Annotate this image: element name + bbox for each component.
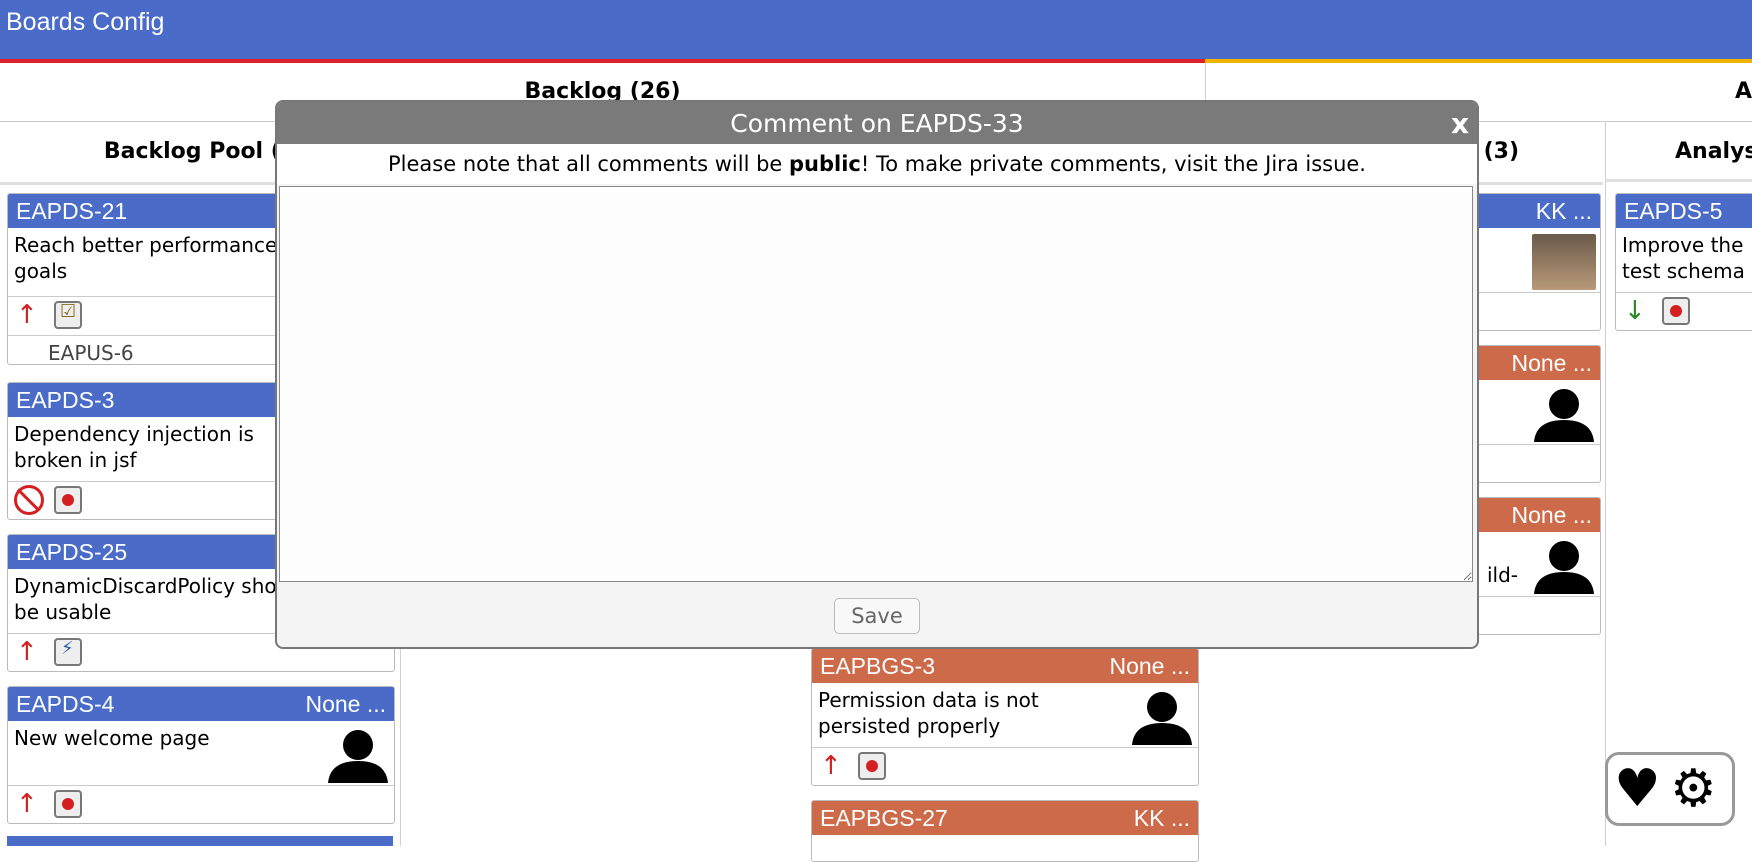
avatar-photo — [1532, 234, 1596, 290]
state-header-analysis-label: A — [1734, 79, 1752, 104]
card-key[interactable]: EAPDS-4 — [16, 691, 114, 717]
card-key[interactable]: EAPDS-21 — [16, 198, 127, 224]
bug-type-icon — [1662, 297, 1690, 325]
card-summary: ild- — [1486, 563, 1518, 587]
blocked-icon — [14, 485, 44, 515]
card-assignee[interactable]: None ... — [1511, 498, 1592, 532]
feature-type-icon: ⚡ — [54, 638, 82, 666]
bug-type-icon — [54, 486, 82, 514]
card-summary: Reach better performance goals — [14, 233, 278, 283]
avatar-placeholder-icon — [1534, 541, 1594, 594]
gear-icon[interactable]: ⚙ — [1670, 759, 1717, 819]
card-key[interactable]: EAPBGS-3 — [820, 653, 935, 679]
card-summary: Dependency injection is broken in jsf — [14, 422, 254, 472]
card-assignee[interactable]: None ... — [1511, 346, 1592, 380]
heart-icon[interactable]: ♥ — [1614, 759, 1661, 819]
card-eapbgs-27[interactable]: EAPBGS-27 KK ... — [811, 800, 1199, 862]
comment-dialog: Comment on EAPDS-33 x Please note that a… — [275, 100, 1479, 649]
card-key[interactable]: EAPDS-3 — [16, 387, 114, 413]
col-divider — [1605, 122, 1606, 846]
notice-text-post: ! To make private comments, visit the Ji… — [860, 152, 1366, 176]
top-bar: Boards Config — [0, 0, 1752, 59]
floating-toolbar: ♥ ⚙ — [1605, 752, 1735, 826]
card-assignee[interactable]: KK ... — [1536, 194, 1592, 228]
card-eapds-5[interactable]: EAPDS-5 Improve the test schema ↓ — [1615, 193, 1752, 331]
card-eapds-4[interactable]: EAPDS-4 None ... New welcome page ↑ — [7, 686, 395, 824]
card-key[interactable]: EAPDS-5 — [1624, 198, 1722, 224]
card-eapbgs-3[interactable]: EAPBGS-3 None ... Permission data is not … — [811, 648, 1199, 786]
card-summary: Permission data is not persisted properl… — [818, 688, 1039, 738]
app-title: Boards Config — [6, 8, 165, 36]
priority-up-icon: ↑ — [820, 751, 842, 781]
notice-text-pre: Please note that all comments will be — [388, 152, 790, 176]
bug-type-icon — [54, 790, 82, 818]
save-button[interactable]: Save — [834, 598, 920, 634]
avatar-placeholder-icon — [328, 730, 388, 783]
priority-up-icon: ↑ — [16, 637, 38, 667]
dialog-title: Comment on EAPDS-33 — [730, 109, 1024, 138]
close-icon[interactable]: x — [1451, 102, 1469, 146]
avatar-placeholder-icon — [1132, 692, 1192, 745]
card-assignee[interactable]: None ... — [1109, 649, 1190, 683]
dialog-title-bar: Comment on EAPDS-33 x — [277, 102, 1477, 144]
comment-textarea[interactable] — [279, 186, 1473, 582]
card-assignee[interactable]: None ... — [305, 687, 386, 721]
task-type-icon: ☑ — [54, 301, 82, 329]
card-key[interactable]: EAPDS-25 — [16, 539, 127, 565]
priority-up-icon: ↑ — [16, 300, 38, 330]
card-summary: DynamicDiscardPolicy should be usable — [14, 574, 308, 624]
priority-down-icon: ↓ — [1624, 296, 1646, 326]
card-summary: Improve the test schema — [1622, 233, 1745, 283]
card-key[interactable]: EAPBGS-27 — [820, 805, 948, 831]
priority-up-icon: ↑ — [16, 789, 38, 819]
card-summary: New welcome page — [14, 726, 210, 750]
col-header-analysis[interactable]: Analys — [1605, 122, 1752, 182]
card-partial[interactable] — [7, 836, 393, 846]
avatar-placeholder-icon — [1534, 389, 1594, 442]
public-comment-notice: Please note that all comments will be pu… — [277, 144, 1477, 184]
notice-text-bold: public — [789, 152, 861, 176]
card-assignee[interactable]: KK ... — [1134, 801, 1190, 835]
bug-type-icon — [858, 752, 886, 780]
